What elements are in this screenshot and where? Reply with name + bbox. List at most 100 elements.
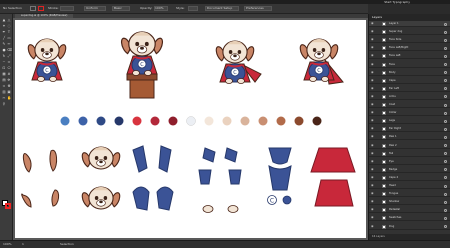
visibility-eye-icon[interactable]: ◉ xyxy=(371,143,374,147)
layer-target-icon[interactable] xyxy=(444,152,447,156)
layer-row[interactable]: ◉ Shadow xyxy=(369,199,450,206)
palette-swatch[interactable] xyxy=(240,116,250,126)
layer-row[interactable]: ◉ Legs xyxy=(369,118,450,125)
layer-target-icon[interactable] xyxy=(444,111,447,115)
layer-target-icon[interactable] xyxy=(444,54,447,58)
leg-parts[interactable] xyxy=(198,147,242,213)
palette-swatch[interactable] xyxy=(114,116,124,126)
layer-target-icon[interactable] xyxy=(444,144,447,147)
artboard-number[interactable]: 1 xyxy=(22,242,24,247)
tool-perspective-icon[interactable]: ▦ xyxy=(2,72,6,76)
tool-arrow-icon[interactable]: ▲ xyxy=(2,18,6,22)
tool-rotate-icon[interactable]: ↻ xyxy=(2,54,6,58)
palette-swatch[interactable] xyxy=(258,116,268,126)
visibility-eye-icon[interactable]: ◉ xyxy=(371,86,374,90)
layer-row[interactable]: ◉ Face xyxy=(369,62,450,68)
layer-row[interactable]: ◉ Layer 1 xyxy=(369,21,450,27)
layer-target-icon[interactable] xyxy=(444,127,447,131)
tool-symbol-icon[interactable]: ☸ xyxy=(7,84,11,88)
dog-pose-2-on-podium[interactable] xyxy=(120,31,164,99)
dog-pose-3-flying[interactable] xyxy=(215,40,262,85)
palette-swatch[interactable] xyxy=(96,116,106,126)
visibility-eye-icon[interactable]: ◉ xyxy=(371,192,374,195)
visibility-eye-icon[interactable]: ◉ xyxy=(371,30,374,33)
tool-artboard-icon[interactable]: ▣ xyxy=(7,90,11,94)
tool-width-icon[interactable]: ≈ xyxy=(7,60,11,64)
tool-eyedropper-icon[interactable]: ✜ xyxy=(7,78,11,82)
visibility-eye-icon[interactable]: ◉ xyxy=(371,127,374,130)
layer-row[interactable]: ◉ Paw 1 xyxy=(369,134,450,141)
artboard[interactable]: C xyxy=(15,20,366,238)
visibility-eye-icon[interactable]: ◉ xyxy=(371,62,374,66)
visibility-eye-icon[interactable]: ◉ xyxy=(371,94,374,98)
visibility-eye-icon[interactable]: ◉ xyxy=(371,159,374,163)
tool-pencil-icon[interactable]: ✏ xyxy=(7,42,11,46)
head-parts[interactable] xyxy=(81,146,121,210)
tool-free-icon[interactable]: ⊡ xyxy=(2,66,6,70)
layer-row[interactable]: ◉ Tongue xyxy=(369,191,450,198)
stroke-weight-input[interactable] xyxy=(60,6,74,11)
tool-eraser-icon[interactable]: ⌫ xyxy=(7,48,12,52)
layers-panel-title[interactable]: Layers xyxy=(372,15,382,20)
dog-pose-4-cape[interactable] xyxy=(299,38,344,85)
style-select[interactable] xyxy=(188,6,198,11)
tool-direct-icon[interactable]: △ xyxy=(7,18,11,22)
tool-pen-icon[interactable]: ✒ xyxy=(2,30,6,34)
palette-swatch[interactable] xyxy=(132,116,142,126)
tool-blend-icon[interactable]: ∞ xyxy=(2,84,6,88)
tool-gradient-icon[interactable]: ▤ xyxy=(2,78,6,82)
palette-swatch[interactable] xyxy=(186,116,196,126)
body-badge-parts[interactable]: C xyxy=(267,147,292,205)
dog-pose-1[interactable] xyxy=(27,38,67,83)
visibility-eye-icon[interactable]: ◉ xyxy=(371,208,374,211)
layer-row[interactable]: ◉ Eye xyxy=(369,159,450,165)
palette-swatch[interactable] xyxy=(78,116,88,126)
stroke-color-swatch[interactable] xyxy=(38,6,44,11)
layer-target-icon[interactable] xyxy=(444,79,447,83)
visibility-eye-icon[interactable]: ◉ xyxy=(371,54,374,57)
visibility-eye-icon[interactable]: ◉ xyxy=(371,78,374,82)
tool-blob-icon[interactable]: ● xyxy=(2,48,6,52)
zoom-level[interactable]: 100% xyxy=(3,242,12,247)
ear-parts[interactable] xyxy=(21,149,60,208)
layer-target-icon[interactable] xyxy=(444,160,447,164)
layer-row[interactable]: ◉ Swatches xyxy=(369,215,450,222)
layer-row[interactable]: ◉ Coat xyxy=(369,102,450,108)
fill-color-swatch[interactable] xyxy=(30,6,36,11)
layer-target-icon[interactable] xyxy=(444,95,447,99)
tool-hand-icon[interactable]: ✋ xyxy=(7,96,11,100)
layer-row[interactable]: ◉ Collar xyxy=(369,110,450,117)
visibility-eye-icon[interactable]: ◉ xyxy=(371,103,374,106)
tool-zoom-icon[interactable]: ⚲ xyxy=(2,102,6,106)
palette-swatch[interactable] xyxy=(168,116,178,126)
arm-parts[interactable] xyxy=(132,145,174,211)
tool-rect-icon[interactable]: ▭ xyxy=(7,36,11,40)
visibility-eye-icon[interactable]: ◉ xyxy=(371,224,374,228)
visibility-eye-icon[interactable]: ◉ xyxy=(371,70,374,74)
layer-target-icon[interactable] xyxy=(444,168,447,172)
layer-target-icon[interactable] xyxy=(444,103,447,107)
visibility-eye-icon[interactable]: ◉ xyxy=(371,38,374,41)
layer-row[interactable]: ◉ Paw 2 xyxy=(369,143,450,149)
tool-line-icon[interactable]: ╱ xyxy=(2,36,6,40)
layer-target-icon[interactable] xyxy=(444,192,447,196)
palette-swatch[interactable] xyxy=(294,116,304,126)
visibility-eye-icon[interactable]: ◉ xyxy=(371,184,374,187)
palette-swatch[interactable] xyxy=(312,116,322,126)
visibility-eye-icon[interactable]: ◉ xyxy=(371,135,374,138)
layer-row[interactable]: ◉ Cape 2 xyxy=(369,175,450,181)
canvas[interactable]: C xyxy=(13,18,368,240)
visibility-eye-icon[interactable]: ◉ xyxy=(371,200,374,203)
visibility-eye-icon[interactable]: ◉ xyxy=(371,22,374,25)
layer-row[interactable]: ◉ Face Side xyxy=(369,37,450,44)
layer-target-icon[interactable] xyxy=(444,225,447,228)
layer-row[interactable]: ◉ Tail xyxy=(369,151,450,157)
layer-target-icon[interactable] xyxy=(444,184,447,188)
palette-swatch[interactable] xyxy=(150,116,160,126)
layer-target-icon[interactable] xyxy=(444,119,447,123)
cape-parts[interactable] xyxy=(310,147,356,207)
palette-swatch[interactable] xyxy=(204,116,214,126)
workspace-title[interactable]: Start Typography xyxy=(384,0,410,4)
tool-lasso-icon[interactable]: ◌ xyxy=(7,24,11,28)
layer-target-icon[interactable] xyxy=(444,22,447,26)
